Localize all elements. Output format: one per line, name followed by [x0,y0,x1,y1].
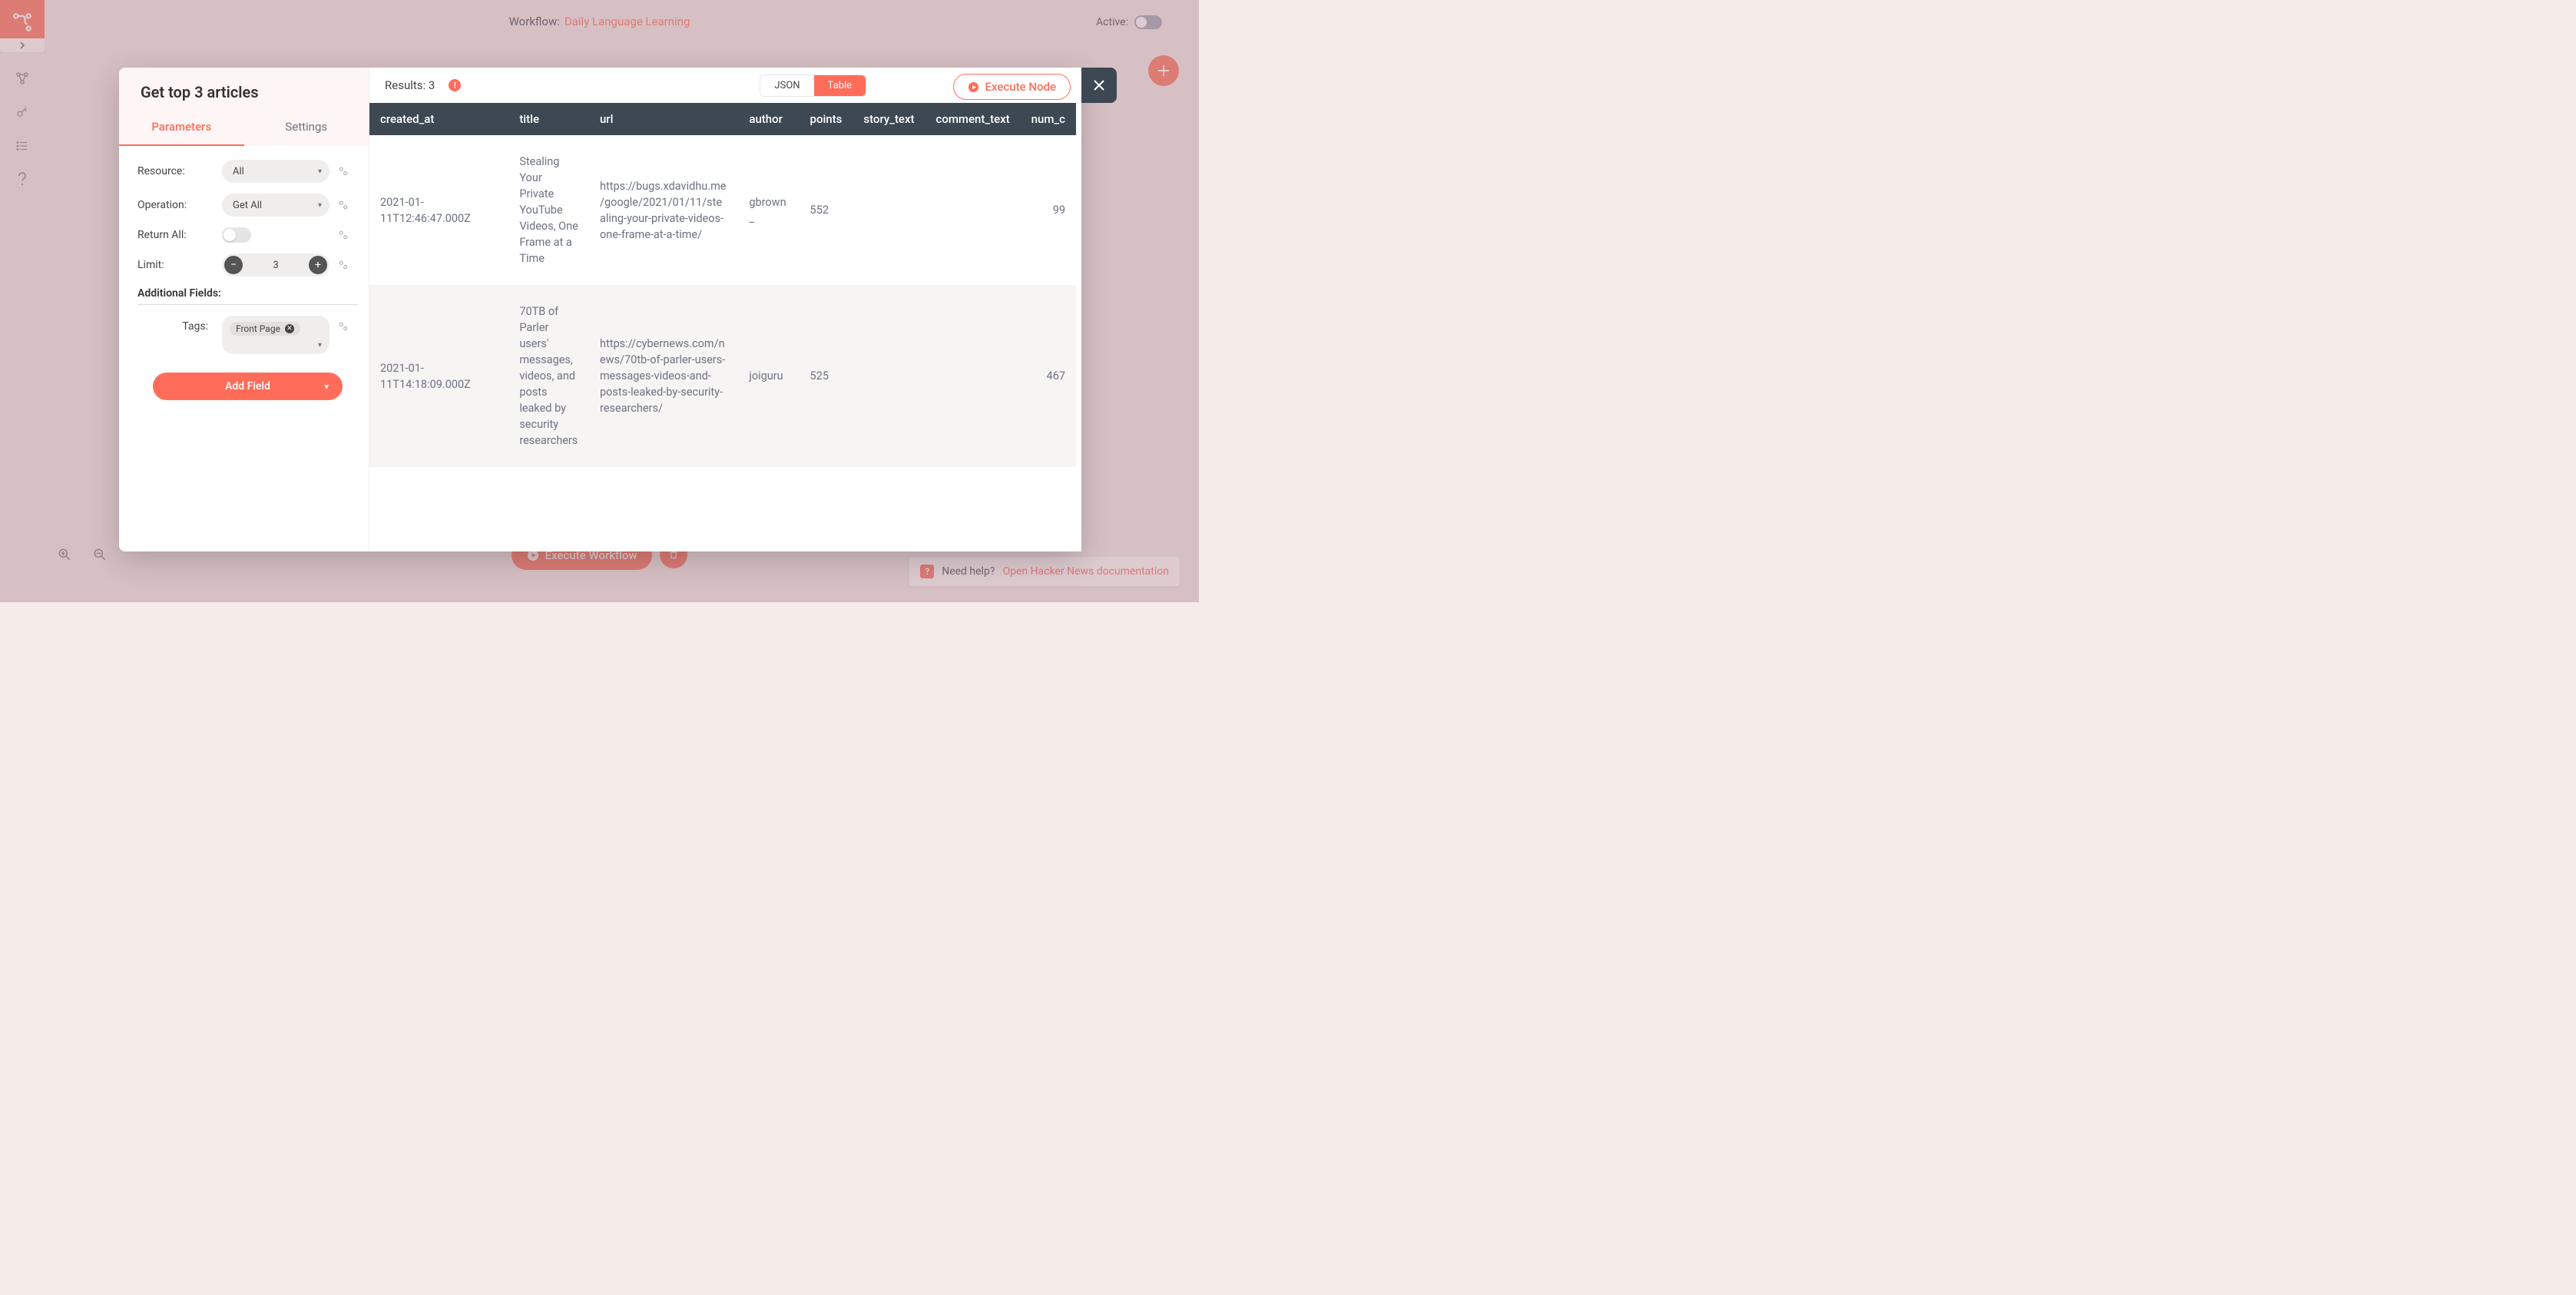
resource-select[interactable]: All ▾ [222,160,329,183]
operation-label: Operation: [137,199,214,211]
tag-chip-label: Front Page [236,323,280,334]
col-author[interactable]: author [738,103,799,135]
limit-decrement[interactable]: − [224,256,243,274]
chevron-down-icon: ▾ [318,167,322,176]
results-toolbar: Results: 3 ! JSON Table Execute Node [369,68,1081,103]
cell-story-text [853,285,925,467]
tags-select[interactable]: Front Page ✕ ▾ [222,316,329,354]
gear-icon [337,229,349,241]
cell-title: Stealing Your Private YouTube Videos, On… [508,135,589,285]
cell-points: 552 [800,135,853,285]
tags-gear[interactable] [337,316,351,333]
col-comment-text[interactable]: comment_text [925,103,1021,135]
cell-created-at: 2021-01-11T14:18:09.000Z [369,285,508,467]
table-row[interactable]: 2021-01-11T12:46:47.000Z Stealing Your P… [369,135,1076,285]
add-field-button[interactable]: Add Field ▾ [153,373,343,400]
table-header-row: created_at title url author points story… [369,103,1076,135]
view-json-button[interactable]: JSON [760,75,813,96]
tab-parameters[interactable]: Parameters [119,109,244,146]
limit-value: 3 [273,260,278,271]
operation-value: Get All [233,200,262,211]
gear-icon [337,165,349,177]
cell-num-comments: 99 [1021,135,1076,285]
return-all-gear[interactable] [337,229,351,241]
cell-title: 70TB of Parler users' messages, videos, … [508,285,589,467]
cell-created-at: 2021-01-11T12:46:47.000Z [369,135,508,285]
tag-chip-remove[interactable]: ✕ [285,324,294,333]
cell-url: https://bugs.xdavidhu.me/google/2021/01/… [589,135,738,285]
chevron-down-icon: ▾ [318,201,322,210]
warning-icon[interactable]: ! [449,79,461,91]
resource-label: Resource: [137,165,214,177]
col-url[interactable]: url [589,103,738,135]
tab-settings[interactable]: Settings [244,109,369,146]
parameters-body: Resource: All ▾ Operation: Get All ▾ [119,146,369,411]
resource-gear[interactable] [337,165,351,177]
return-all-toggle[interactable] [222,227,251,243]
operation-select[interactable]: Get All ▾ [222,194,329,217]
panel-right: Results: 3 ! JSON Table Execute Node cre… [369,68,1081,551]
cell-author: joiguru [738,285,799,467]
chevron-down-icon: ▾ [324,382,329,392]
resource-value: All [233,166,244,177]
gear-icon [337,259,349,271]
cell-num-comments: 467 [1021,285,1076,467]
add-field-label: Add Field [225,380,270,392]
col-title[interactable]: title [508,103,589,135]
col-points[interactable]: points [800,103,853,135]
col-num-comments[interactable]: num_c [1021,103,1076,135]
col-story-text[interactable]: story_text [853,103,925,135]
limit-label: Limit: [137,259,214,271]
cell-points: 525 [800,285,853,467]
tag-chip[interactable]: Front Page ✕ [230,322,300,336]
cell-url: https://cybernews.com/news/70tb-of-parle… [589,285,738,467]
close-modal-button[interactable] [1081,68,1117,103]
table-row[interactable]: 2021-01-11T14:18:09.000Z 70TB of Parler … [369,285,1076,467]
cell-author: gbrown_ [738,135,799,285]
results-table: created_at title url author points story… [369,103,1076,513]
node-modal: Get top 3 articles Parameters Settings R… [119,68,1081,551]
return-all-label: Return All: [137,229,214,241]
results-table-wrap[interactable]: created_at title url author points story… [369,103,1081,551]
limit-gear[interactable] [337,259,351,271]
limit-stepper[interactable]: − 3 + [222,253,329,277]
chevron-down-icon: ▾ [318,341,322,349]
cell-comment-text [925,285,1021,467]
gear-icon [337,320,349,333]
cell-story-text [853,135,925,285]
close-icon [1092,78,1106,92]
additional-fields-label: Additional Fields: [137,287,358,305]
cell-comment-text [925,135,1021,285]
gear-icon [337,199,349,211]
tabs: Parameters Settings [119,109,369,146]
execute-node-button[interactable]: Execute Node [953,74,1071,100]
play-circle-icon [968,81,979,93]
panel-left: Get top 3 articles Parameters Settings R… [119,68,369,551]
results-count: Results: 3 [385,78,435,92]
col-created-at[interactable]: created_at [369,103,508,135]
execute-node-label: Execute Node [985,80,1056,94]
operation-gear[interactable] [337,199,351,211]
table-row[interactable] [369,467,1076,513]
view-table-button[interactable]: Table [814,75,866,96]
modal-title: Get top 3 articles [119,68,369,109]
tags-label: Tags: [137,316,214,333]
limit-increment[interactable]: + [309,256,327,274]
view-switch: JSON Table [760,75,866,97]
